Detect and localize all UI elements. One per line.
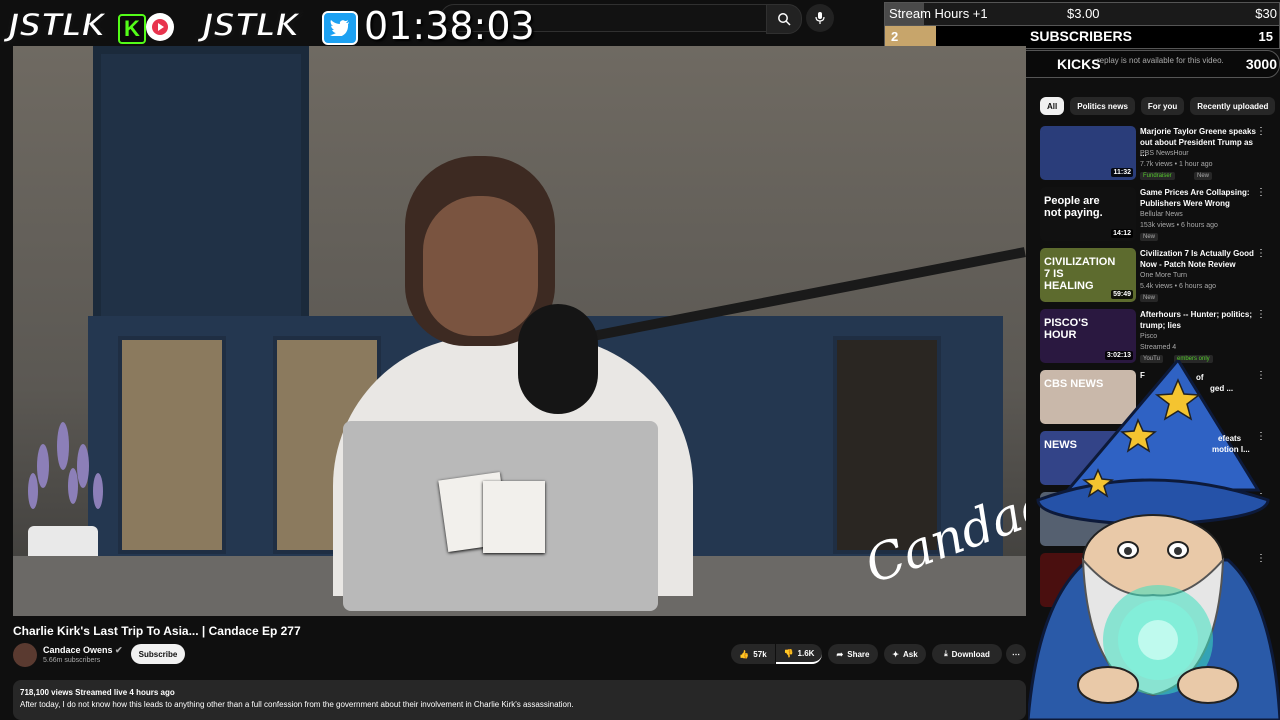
recommendation-channel: Pisco bbox=[1140, 333, 1158, 340]
download-button[interactable]: ⤓ Download bbox=[932, 644, 1002, 664]
video-duration: 14:12 bbox=[1111, 229, 1133, 238]
sparkle-icon: ✦ bbox=[892, 649, 899, 659]
more-options-icon[interactable]: ⋮ bbox=[1256, 188, 1266, 198]
channel-name-text: Candace Owens bbox=[43, 645, 113, 655]
replay-note: replay is not available for this video. bbox=[1097, 56, 1224, 65]
ask-label: Ask bbox=[903, 649, 918, 659]
share-label: Share bbox=[847, 649, 870, 659]
ask-button[interactable]: ✦ Ask bbox=[884, 644, 926, 664]
subscribers-label: SUBSCRIBERS bbox=[1030, 28, 1132, 44]
subscribers-current: 2 bbox=[891, 29, 899, 44]
stream-hours-label: Stream Hours +1 bbox=[889, 6, 988, 21]
recommendation-meta: 153k views • 6 hours ago bbox=[1140, 222, 1218, 229]
recommendation-channel: Bellular News bbox=[1140, 211, 1183, 218]
thumbnail-text: People are not paying. bbox=[1044, 195, 1103, 219]
recommendation-meta: Streamed 4 bbox=[1140, 344, 1177, 351]
kicks-goal-value: 3000 bbox=[1245, 56, 1277, 72]
video-duration: 59:49 bbox=[1111, 290, 1133, 299]
recommendation-item[interactable]: PISCO'S HOUR 3:02:13 Afterhours -- Hunter… bbox=[1040, 309, 1272, 365]
recommendation-meta: 7.7k views • 1 hour ago bbox=[1140, 161, 1213, 168]
description-box[interactable]: 718,100 views Streamed live 4 hours ago … bbox=[13, 680, 1026, 720]
recommendation-title-fragment: of bbox=[1196, 373, 1204, 382]
microphone-icon bbox=[815, 12, 825, 24]
download-icon: ⤓ bbox=[944, 649, 948, 658]
video-title: Charlie Kirk's Last Trip To Asia... | Ca… bbox=[13, 624, 301, 638]
recommendation-title-fragment: ged ... bbox=[1210, 384, 1234, 393]
voice-search-button[interactable] bbox=[806, 4, 834, 32]
wizard-mascot bbox=[1028, 360, 1280, 720]
share-icon: ➦ bbox=[836, 649, 844, 659]
thumbnail-text: PISCO'S HOUR bbox=[1044, 317, 1089, 341]
stream-hours-amount: $3.00 bbox=[1067, 6, 1100, 21]
thumbs-down-icon: 👎 bbox=[783, 648, 794, 658]
thumbs-up-icon: 👍 bbox=[739, 649, 750, 659]
search-button[interactable] bbox=[766, 4, 802, 34]
channel-avatar[interactable] bbox=[13, 643, 37, 667]
cabinet-door bbox=[118, 336, 226, 554]
chip-for-you[interactable]: For you bbox=[1140, 97, 1185, 115]
subscriber-count: 5.66m subscribers bbox=[43, 657, 101, 664]
video-thumbnail[interactable]: CIVILIZATION 7 IS HEALING 59:49 bbox=[1040, 248, 1136, 302]
video-player[interactable]: Candace bbox=[13, 46, 1026, 616]
badge: New bbox=[1194, 172, 1213, 180]
video-thumbnail[interactable]: 11:32 bbox=[1040, 126, 1136, 180]
video-thumbnail[interactable]: People are not paying. 14:12 bbox=[1040, 187, 1136, 241]
stream-logo-twitter: JSTLK bbox=[201, 5, 301, 45]
thumbnail-text: CIVILIZATION 7 IS HEALING bbox=[1044, 256, 1116, 292]
like-count: 57k bbox=[753, 649, 767, 659]
badge: New bbox=[1140, 233, 1159, 241]
more-options-icon[interactable]: ⋮ bbox=[1256, 127, 1266, 137]
kicks-label: KICKS bbox=[1057, 56, 1101, 72]
more-options-icon[interactable]: ⋮ bbox=[1256, 310, 1266, 320]
search-icon bbox=[778, 13, 791, 26]
subscribers-goal-value: 15 bbox=[1258, 29, 1273, 44]
kick-icon: K bbox=[118, 14, 146, 44]
stream-hours-goal-value: $30 bbox=[1255, 6, 1277, 21]
recommendation-title-fragment: motion I... bbox=[1212, 445, 1250, 454]
more-options-icon[interactable]: ⋮ bbox=[1256, 249, 1266, 259]
laptop bbox=[343, 421, 658, 611]
subscribe-button[interactable]: Subscribe bbox=[131, 644, 185, 664]
recommendation-meta: 5.4k views • 6 hours ago bbox=[1140, 283, 1216, 290]
video-duration: 11:32 bbox=[1111, 168, 1133, 177]
recommendation-channel: PBS NewsHour bbox=[1140, 150, 1189, 157]
recommendation-item[interactable]: 11:32 Marjorie Taylor Greene speaks out … bbox=[1040, 126, 1272, 182]
verified-icon: ✔ bbox=[115, 645, 123, 655]
download-label: Download bbox=[951, 649, 990, 659]
recommendation-item[interactable]: People are not paying. 14:12 Game Prices … bbox=[1040, 187, 1272, 243]
host-face bbox=[423, 196, 538, 336]
stream-hours-goal: Stream Hours +1 $3.00 $30 bbox=[884, 2, 1280, 26]
recommendation-title[interactable]: Game Prices Are Collapsing: Publishers W… bbox=[1140, 187, 1260, 209]
video-thumbnail[interactable]: PISCO'S HOUR 3:02:13 bbox=[1040, 309, 1136, 363]
video-duration: 3:02:13 bbox=[1104, 351, 1133, 360]
views-line: 718,100 views Streamed live 4 hours ago bbox=[20, 688, 175, 697]
more-icon: ⋯ bbox=[1012, 649, 1020, 659]
description-text: After today, I do not know how this lead… bbox=[20, 700, 574, 709]
stream-timer: 01:38:03 bbox=[364, 4, 535, 48]
recommendation-item[interactable]: CIVILIZATION 7 IS HEALING 59:49 Civilizat… bbox=[1040, 248, 1272, 304]
recommendation-title[interactable]: Civilization 7 Is Actually Good Now - Pa… bbox=[1140, 248, 1260, 270]
recommendation-channel: One More Turn bbox=[1140, 272, 1188, 279]
recommendation-title[interactable]: Afterhours -- Hunter; politics; trump; l… bbox=[1140, 309, 1260, 331]
polaroid-photo bbox=[483, 481, 545, 553]
badge: New bbox=[1140, 294, 1159, 302]
recommendation-title-fragment: efeats bbox=[1218, 434, 1242, 443]
badge: Fundraiser bbox=[1140, 172, 1175, 180]
filter-chips: All Politics news For you Recently uploa… bbox=[1040, 97, 1276, 115]
dislike-button[interactable]: 👎 1.6K bbox=[776, 644, 822, 664]
chip-politics-news[interactable]: Politics news bbox=[1070, 97, 1135, 115]
twitter-icon bbox=[322, 11, 358, 45]
stream-logo-kick: JSTLK bbox=[7, 5, 107, 45]
share-button[interactable]: ➦ Share bbox=[828, 644, 878, 664]
more-actions-button[interactable]: ⋯ bbox=[1006, 644, 1026, 664]
chip-recently-uploaded[interactable]: Recently uploaded bbox=[1190, 97, 1276, 115]
rumble-icon bbox=[146, 13, 174, 41]
microphone bbox=[518, 304, 598, 414]
chip-all[interactable]: All bbox=[1040, 97, 1065, 115]
like-button[interactable]: 👍 57k bbox=[731, 644, 775, 664]
dislike-count: 1.6K bbox=[797, 648, 815, 658]
background-shelf bbox=[93, 46, 309, 362]
channel-name[interactable]: Candace Owens ✔ bbox=[43, 645, 123, 656]
